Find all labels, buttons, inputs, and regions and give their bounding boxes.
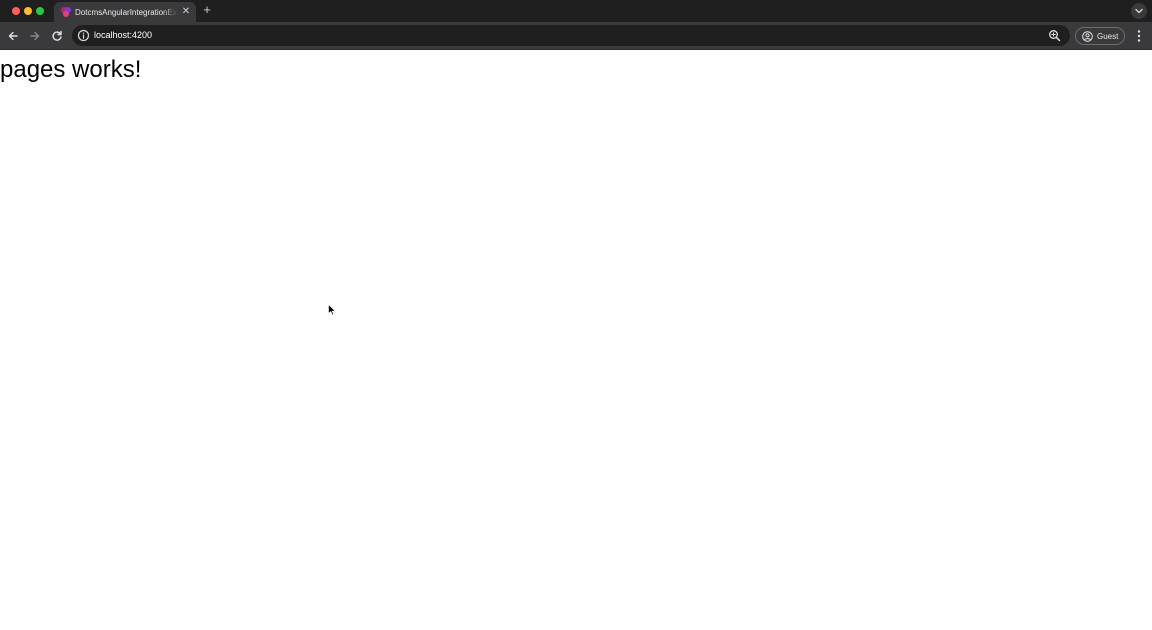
tab-search-button[interactable]: [1131, 3, 1147, 19]
window-minimize-button[interactable]: [24, 7, 32, 15]
dotcms-favicon-icon: [61, 7, 71, 17]
page-viewport: pages works!: [0, 50, 1152, 630]
profile-label: Guest: [1097, 32, 1119, 41]
reload-icon[interactable]: [50, 29, 64, 43]
browser-tab-active[interactable]: DotcmsAngularIntegrationExample ✕: [54, 2, 196, 22]
tab-title: DotcmsAngularIntegrationExample: [75, 8, 178, 17]
plus-icon[interactable]: +: [200, 3, 214, 17]
mouse-pointer-icon: [328, 304, 336, 316]
close-icon[interactable]: ✕: [180, 6, 192, 18]
chevron-down-icon: [1135, 8, 1143, 14]
url-text[interactable]: localhost:4200: [94, 29, 152, 42]
zoom-icon[interactable]: [1048, 29, 1061, 42]
address-bar[interactable]: localhost:4200: [72, 25, 1070, 46]
kebab-menu-icon[interactable]: [1132, 28, 1146, 44]
window-close-button[interactable]: [12, 7, 20, 15]
page-heading: pages works!: [0, 56, 142, 83]
browser-toolbar: localhost:4200 Guest: [0, 22, 1152, 49]
info-circle-icon[interactable]: [77, 29, 90, 42]
profile-button[interactable]: Guest: [1075, 27, 1125, 45]
user-circle-icon: [1082, 31, 1093, 42]
tab-strip: DotcmsAngularIntegrationExample ✕ +: [0, 0, 1152, 22]
arrow-right-icon[interactable]: [28, 29, 42, 43]
arrow-left-icon[interactable]: [6, 29, 20, 43]
window-maximize-button[interactable]: [36, 7, 44, 15]
